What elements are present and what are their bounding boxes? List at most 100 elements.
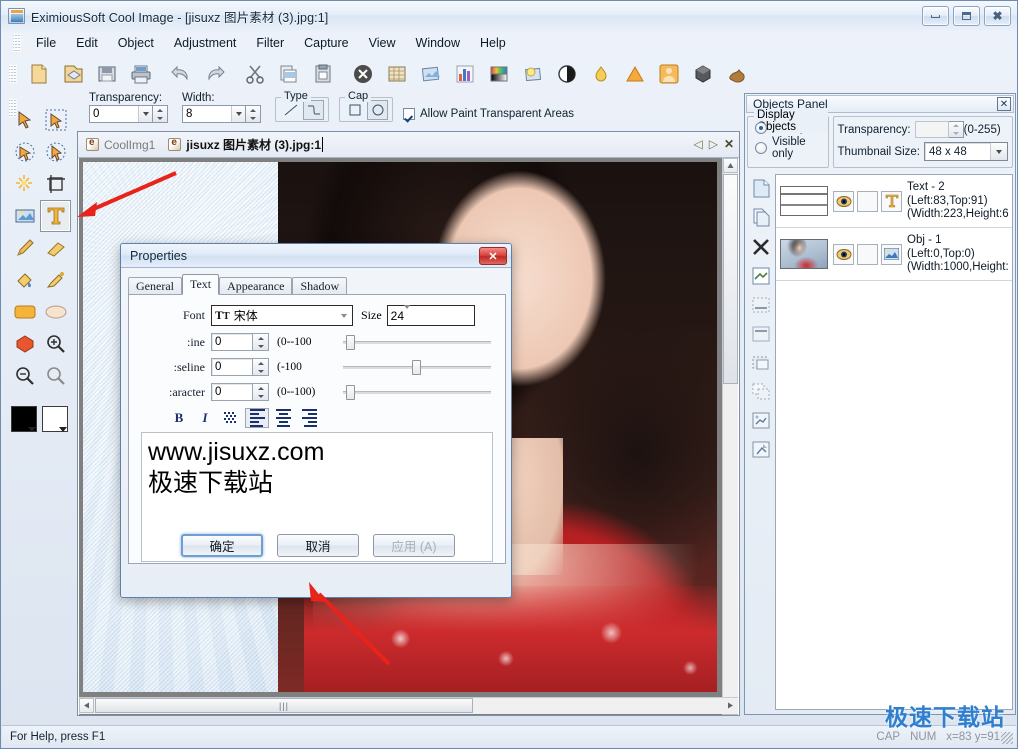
dialog-close-button[interactable]: ✕	[479, 247, 507, 265]
allow-paint-transparent-checkbox[interactable]: Allow Paint Transparent Areas	[403, 108, 574, 120]
menu-item-window[interactable]: Window	[406, 34, 470, 52]
cube-icon[interactable]	[687, 58, 718, 89]
baseline-spinner[interactable]	[253, 358, 269, 376]
menu-item-help[interactable]: Help	[470, 34, 516, 52]
document-tab-jisuxz[interactable]: jisuxz 图片素材 (3).jpg:1	[164, 133, 332, 157]
italic-button[interactable]: I	[193, 408, 217, 428]
smudge-icon[interactable]	[721, 58, 752, 89]
eraser-tool-icon[interactable]	[40, 232, 71, 264]
lock-icon[interactable]	[857, 244, 878, 265]
ellipse-tool-icon[interactable]	[40, 296, 71, 328]
horizontal-scroll-thumb[interactable]: |||	[95, 698, 473, 713]
close-button[interactable]: ✖	[984, 6, 1011, 26]
select-object-tool-icon[interactable]	[40, 104, 71, 136]
export-object-icon[interactable]	[748, 435, 774, 464]
radio-visible-only[interactable]: Visible only	[748, 134, 828, 160]
align-right-button[interactable]	[297, 408, 321, 428]
crop-tool-icon[interactable]	[40, 168, 71, 200]
copy-icon[interactable]	[273, 58, 304, 89]
tab-appearance[interactable]: Appearance	[219, 277, 292, 295]
align-object-icon[interactable]	[748, 377, 774, 406]
tab-next-icon[interactable]: ▷	[709, 137, 718, 151]
width-spinner[interactable]	[246, 105, 261, 123]
radio-icon[interactable]	[755, 122, 767, 134]
chevron-down-icon[interactable]	[231, 106, 245, 122]
rotate-object-tool-icon[interactable]	[9, 136, 40, 168]
square-cap-icon[interactable]	[344, 100, 365, 120]
canvas-horizontal-scrollbar[interactable]: |||	[79, 697, 738, 714]
menu-item-object[interactable]: Object	[108, 34, 164, 52]
open-icon[interactable]	[57, 58, 88, 89]
transform-object-tool-icon[interactable]	[40, 136, 71, 168]
object-list-item-obj-1[interactable]: Obj - 1 (Left:0,Top:0) (Width:1000,Heigh…	[776, 228, 1012, 281]
ok-button[interactable]: 确定	[181, 534, 263, 557]
texture-button[interactable]	[219, 408, 243, 428]
menu-item-adjustment[interactable]: Adjustment	[164, 34, 247, 52]
portrait-icon[interactable]	[653, 58, 684, 89]
vertical-scroll-thumb[interactable]	[723, 174, 738, 384]
pointer-tool-icon[interactable]	[9, 104, 40, 136]
menu-item-view[interactable]: View	[359, 34, 406, 52]
cancel-button[interactable]: 取消	[277, 534, 359, 557]
text-object-icon[interactable]	[881, 191, 902, 212]
checkbox-icon[interactable]	[403, 108, 415, 120]
tab-shadow[interactable]: Shadow	[292, 277, 347, 295]
menu-grip[interactable]	[13, 34, 21, 52]
new-icon[interactable]	[23, 58, 54, 89]
lock-icon[interactable]	[857, 191, 878, 212]
size-combo[interactable]: 24	[387, 305, 475, 326]
line-type-icon[interactable]	[280, 100, 301, 120]
object-list-item-text-2[interactable]: Text - 2 (Left:83,Top:91) (Width:223,Hei…	[776, 175, 1012, 228]
image-object-icon[interactable]	[881, 244, 902, 265]
merge-object-icon[interactable]	[748, 261, 774, 290]
airbrush-tool-icon[interactable]	[40, 264, 71, 296]
paint-bucket-tool-icon[interactable]	[9, 264, 40, 296]
align-center-button[interactable]	[271, 408, 295, 428]
scroll-left-icon[interactable]	[79, 698, 94, 713]
eye-icon[interactable]	[833, 244, 854, 265]
thumbnail-size-combo[interactable]: 48 x 48	[924, 142, 1008, 161]
tab-close-icon[interactable]: ✕	[724, 137, 734, 151]
document-tab-coolimg1[interactable]: CoolImg1	[82, 133, 164, 157]
character-slider[interactable]	[343, 383, 491, 401]
line-slider[interactable]	[343, 333, 491, 351]
contrast-icon[interactable]	[551, 58, 582, 89]
zoom-in-tool-icon[interactable]	[40, 328, 71, 360]
effects-icon[interactable]	[415, 58, 446, 89]
lighting-icon[interactable]	[517, 58, 548, 89]
cut-icon[interactable]	[239, 58, 270, 89]
move-up-object-icon[interactable]	[748, 319, 774, 348]
eye-icon[interactable]	[833, 191, 854, 212]
undo-icon[interactable]	[165, 58, 196, 89]
rectangle-tool-icon[interactable]	[9, 296, 40, 328]
delete-object-icon[interactable]	[748, 232, 774, 261]
font-combo[interactable]: TT 宋体	[211, 305, 353, 326]
maximize-button[interactable]	[953, 6, 980, 26]
chevron-down-icon[interactable]	[336, 306, 352, 325]
chevron-down-icon[interactable]	[404, 309, 410, 323]
transparency-spinner[interactable]	[153, 105, 168, 123]
paste-icon[interactable]	[307, 58, 338, 89]
bold-button[interactable]: B	[167, 408, 191, 428]
gradient-icon[interactable]	[483, 58, 514, 89]
grid-icon[interactable]	[381, 58, 412, 89]
toolbar-grip[interactable]	[9, 65, 17, 83]
scroll-right-icon[interactable]	[723, 698, 738, 713]
menu-item-file[interactable]: File	[26, 34, 66, 52]
pan-tool-icon[interactable]	[40, 360, 71, 392]
new-object-icon[interactable]	[748, 174, 774, 203]
resize-grip[interactable]	[1001, 732, 1013, 744]
drop-icon[interactable]	[585, 58, 616, 89]
chevron-down-icon[interactable]	[138, 106, 152, 122]
baseline-input[interactable]: 0	[211, 358, 253, 376]
objects-panel-close-icon[interactable]: ✕	[997, 97, 1011, 111]
line-spinner[interactable]	[253, 333, 269, 351]
duplicate-object-icon[interactable]	[748, 203, 774, 232]
canvas-vertical-scrollbar[interactable]	[722, 158, 738, 715]
zoom-out-tool-icon[interactable]	[9, 360, 40, 392]
slider-thumb[interactable]	[412, 360, 421, 375]
chevron-down-icon[interactable]	[990, 143, 1007, 160]
minimize-button[interactable]	[922, 6, 949, 26]
image-object-tool-icon[interactable]	[9, 200, 40, 232]
save-icon[interactable]	[91, 58, 122, 89]
